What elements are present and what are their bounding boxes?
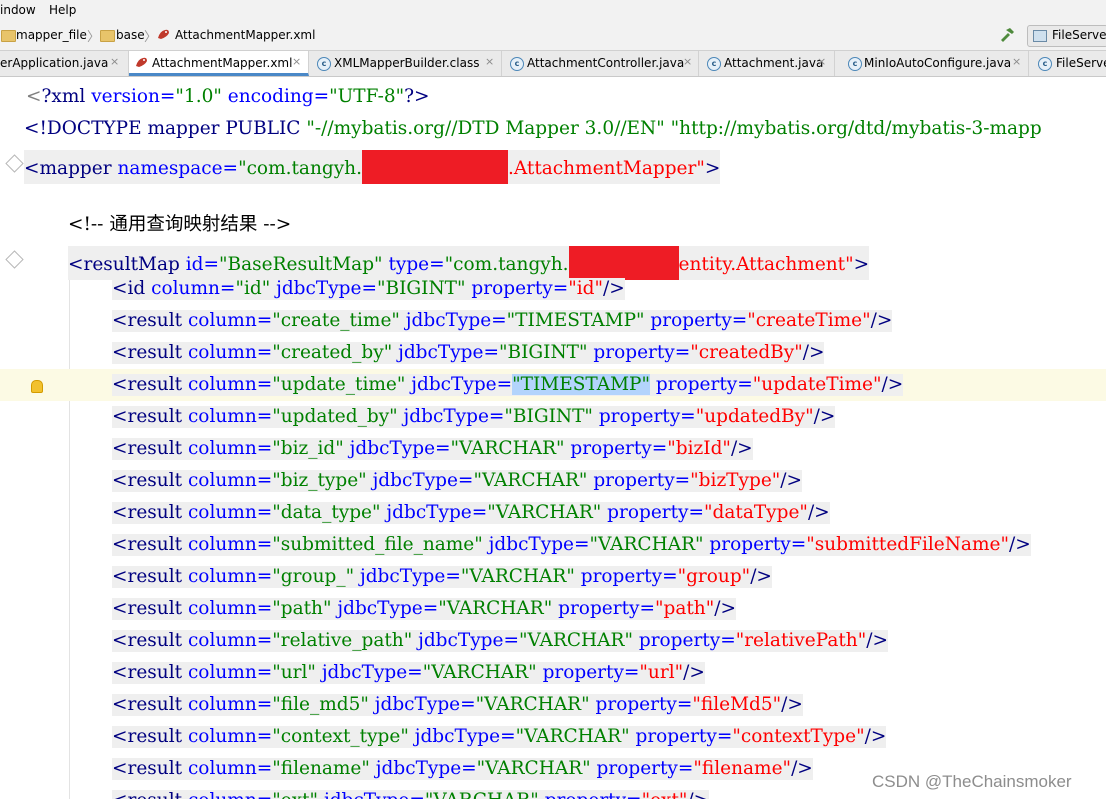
breadcrumb-separator-icon: 〉 — [144, 30, 158, 45]
menu-window[interactable]: indow — [0, 3, 36, 17]
editor-tab-bar: erApplication.java × AttachmentMapper.xm… — [0, 51, 1106, 77]
menu-bar: indow Help — [0, 0, 1106, 22]
result-mapping: <result column="created_by" jdbcType="BI… — [112, 342, 825, 364]
run-configuration-label: FileServer — [1052, 28, 1106, 42]
menu-help[interactable]: Help — [49, 3, 76, 17]
code-line: <result column="data_type" jdbcType="VAR… — [0, 497, 1106, 529]
result-mapping: <result column="context_type" jdbcType="… — [112, 726, 887, 748]
result-mapping: <result column="file_md5" jdbcType="VARC… — [112, 694, 803, 716]
result-mapping: <result column="updated_by" jdbcType="BI… — [112, 406, 836, 428]
class-icon: c — [707, 57, 721, 71]
close-icon[interactable]: × — [1012, 55, 1021, 68]
result-mapping: <result column="group_" jdbcType="VARCHA… — [112, 566, 772, 588]
navigation-bar: mapper_file 〉 base 〉 AttachmentMapper.xm… — [0, 22, 1106, 51]
result-mapping: <result column="path" jdbcType="VARCHAR"… — [112, 598, 736, 620]
watermark: CSDN @TheChainsmoker — [872, 772, 1072, 791]
close-icon[interactable]: × — [683, 55, 692, 68]
class-icon: c — [510, 57, 524, 71]
mybatis-xml-icon — [136, 57, 147, 67]
code-line: <result column="biz_id" jdbcType="VARCHA… — [0, 433, 1106, 465]
code-line: <result column="url" jdbcType="VARCHAR" … — [0, 657, 1106, 689]
result-mapping: <result column="filename" jdbcType="VARC… — [112, 758, 813, 780]
result-mapping: <result column="ext" jdbcType="VARCHAR" … — [112, 790, 710, 799]
code-line: <result column="create_time" jdbcType="T… — [0, 305, 1106, 337]
run-configuration-selector[interactable]: FileServer — [1027, 25, 1106, 47]
mapper-open-tag: <mapper namespace="com.tangyh. .Attachmen… — [24, 150, 721, 184]
fold-icon[interactable] — [5, 250, 24, 269]
result-mapping: <result column="create_time" jdbcType="T… — [112, 310, 893, 332]
tab-attachment-java[interactable]: c Attachment.java × — [699, 51, 835, 76]
folder-icon — [1, 30, 16, 42]
breadcrumb-file[interactable]: AttachmentMapper.xml — [175, 28, 315, 42]
doctype-declaration: <!DOCTYPE mapper PUBLIC "-//mybatis.org/… — [24, 118, 1042, 139]
code-line: <!DOCTYPE mapper PUBLIC "-//mybatis.org/… — [0, 113, 1106, 145]
folder-icon — [100, 30, 115, 42]
class-icon: c — [848, 57, 862, 71]
tab-label: XMLMapperBuilder.class — [334, 56, 480, 70]
code-line: <!-- 通用查询映射结果 --> — [0, 209, 1106, 241]
tab-label: erApplication.java — [0, 56, 109, 70]
tab-erapplication[interactable]: erApplication.java × — [0, 51, 129, 76]
code-line: <result column="context_type" jdbcType="… — [0, 721, 1106, 753]
code-line: <result column="created_by" jdbcType="BI… — [0, 337, 1106, 369]
code-line: <result column="biz_type" jdbcType="VARC… — [0, 465, 1106, 497]
class-icon: c — [317, 57, 331, 71]
server-icon — [1033, 30, 1047, 42]
code-line: <id column="id" jdbcType="BIGINT" proper… — [0, 273, 1106, 305]
close-icon[interactable]: × — [485, 55, 494, 68]
build-hammer-icon[interactable] — [999, 27, 1015, 43]
result-mapping: <result column="submitted_file_name" jdb… — [112, 534, 1031, 556]
fold-icon[interactable] — [5, 154, 24, 173]
code-line: <result column="updated_by" jdbcType="BI… — [0, 401, 1106, 433]
code-line: <resultMap id="BaseResultMap" type="com.… — [0, 241, 1106, 280]
result-mapping: <result column="biz_id" jdbcType="VARCHA… — [112, 438, 753, 460]
class-icon: c — [1038, 57, 1052, 71]
close-icon[interactable]: × — [292, 55, 301, 68]
result-mapping: <result column="update_time" jdbcType="T… — [112, 374, 904, 396]
tab-attachmentcontroller[interactable]: c AttachmentController.java × — [502, 51, 699, 76]
code-line: <result column="submitted_file_name" jdb… — [0, 529, 1106, 561]
mybatis-xml-icon — [158, 29, 169, 39]
redaction-block — [361, 150, 508, 184]
tab-xmlmapperbuilder[interactable]: c XMLMapperBuilder.class × — [309, 51, 502, 76]
xml-comment: <!-- 通用查询映射结果 --> — [68, 214, 292, 235]
breadcrumb-separator-icon: 〉 — [87, 30, 101, 45]
code-editor[interactable]: <?xml version="1.0" encoding="UTF-8"?> <… — [0, 77, 1106, 799]
code-line: <result column="relative_path" jdbcType=… — [0, 625, 1106, 657]
tab-attachmentmapper-xml[interactable]: AttachmentMapper.xml × — [129, 51, 309, 76]
tab-label: MinIoAutoConfigure.java — [864, 56, 1012, 70]
breadcrumb-base[interactable]: base — [116, 28, 145, 42]
result-mapping: <id column="id" jdbcType="BIGINT" proper… — [112, 278, 625, 300]
intention-bulb-icon[interactable] — [31, 380, 43, 393]
result-mapping: <result column="data_type" jdbcType="VAR… — [112, 502, 830, 524]
close-icon[interactable]: × — [817, 55, 826, 68]
code-line: <result column="path" jdbcType="VARCHAR"… — [0, 593, 1106, 625]
result-mapping: <result column="biz_type" jdbcType="VARC… — [112, 470, 803, 492]
close-icon[interactable]: × — [110, 55, 119, 68]
breadcrumb-mapper-file[interactable]: mapper_file — [16, 28, 87, 42]
result-mapping: <result column="relative_path" jdbcType=… — [112, 630, 888, 652]
code-line: <result column="group_" jdbcType="VARCHA… — [0, 561, 1106, 593]
code-line: <result column="update_time" jdbcType="T… — [0, 369, 1106, 401]
tab-label: AttachmentMapper.xml — [152, 56, 293, 70]
tab-minioautoconfigure[interactable]: c MinIoAutoConfigure.java × — [835, 51, 1029, 76]
result-mapping: <result column="url" jdbcType="VARCHAR" … — [112, 662, 705, 684]
tab-label: FileServe — [1056, 56, 1106, 70]
code-line: <?xml version="1.0" encoding="UTF-8"?> — [0, 81, 1106, 113]
code-line: <result column="file_md5" jdbcType="VARC… — [0, 689, 1106, 721]
xml-declaration: <?xml version="1.0" encoding="UTF-8"?> — [26, 86, 430, 107]
code-line: <mapper namespace="com.tangyh. .Attachmen… — [0, 145, 1106, 184]
tab-label: Attachment.java — [724, 56, 824, 70]
tab-fileserver[interactable]: c FileServe — [1029, 51, 1106, 76]
tab-label: AttachmentController.java — [527, 56, 685, 70]
